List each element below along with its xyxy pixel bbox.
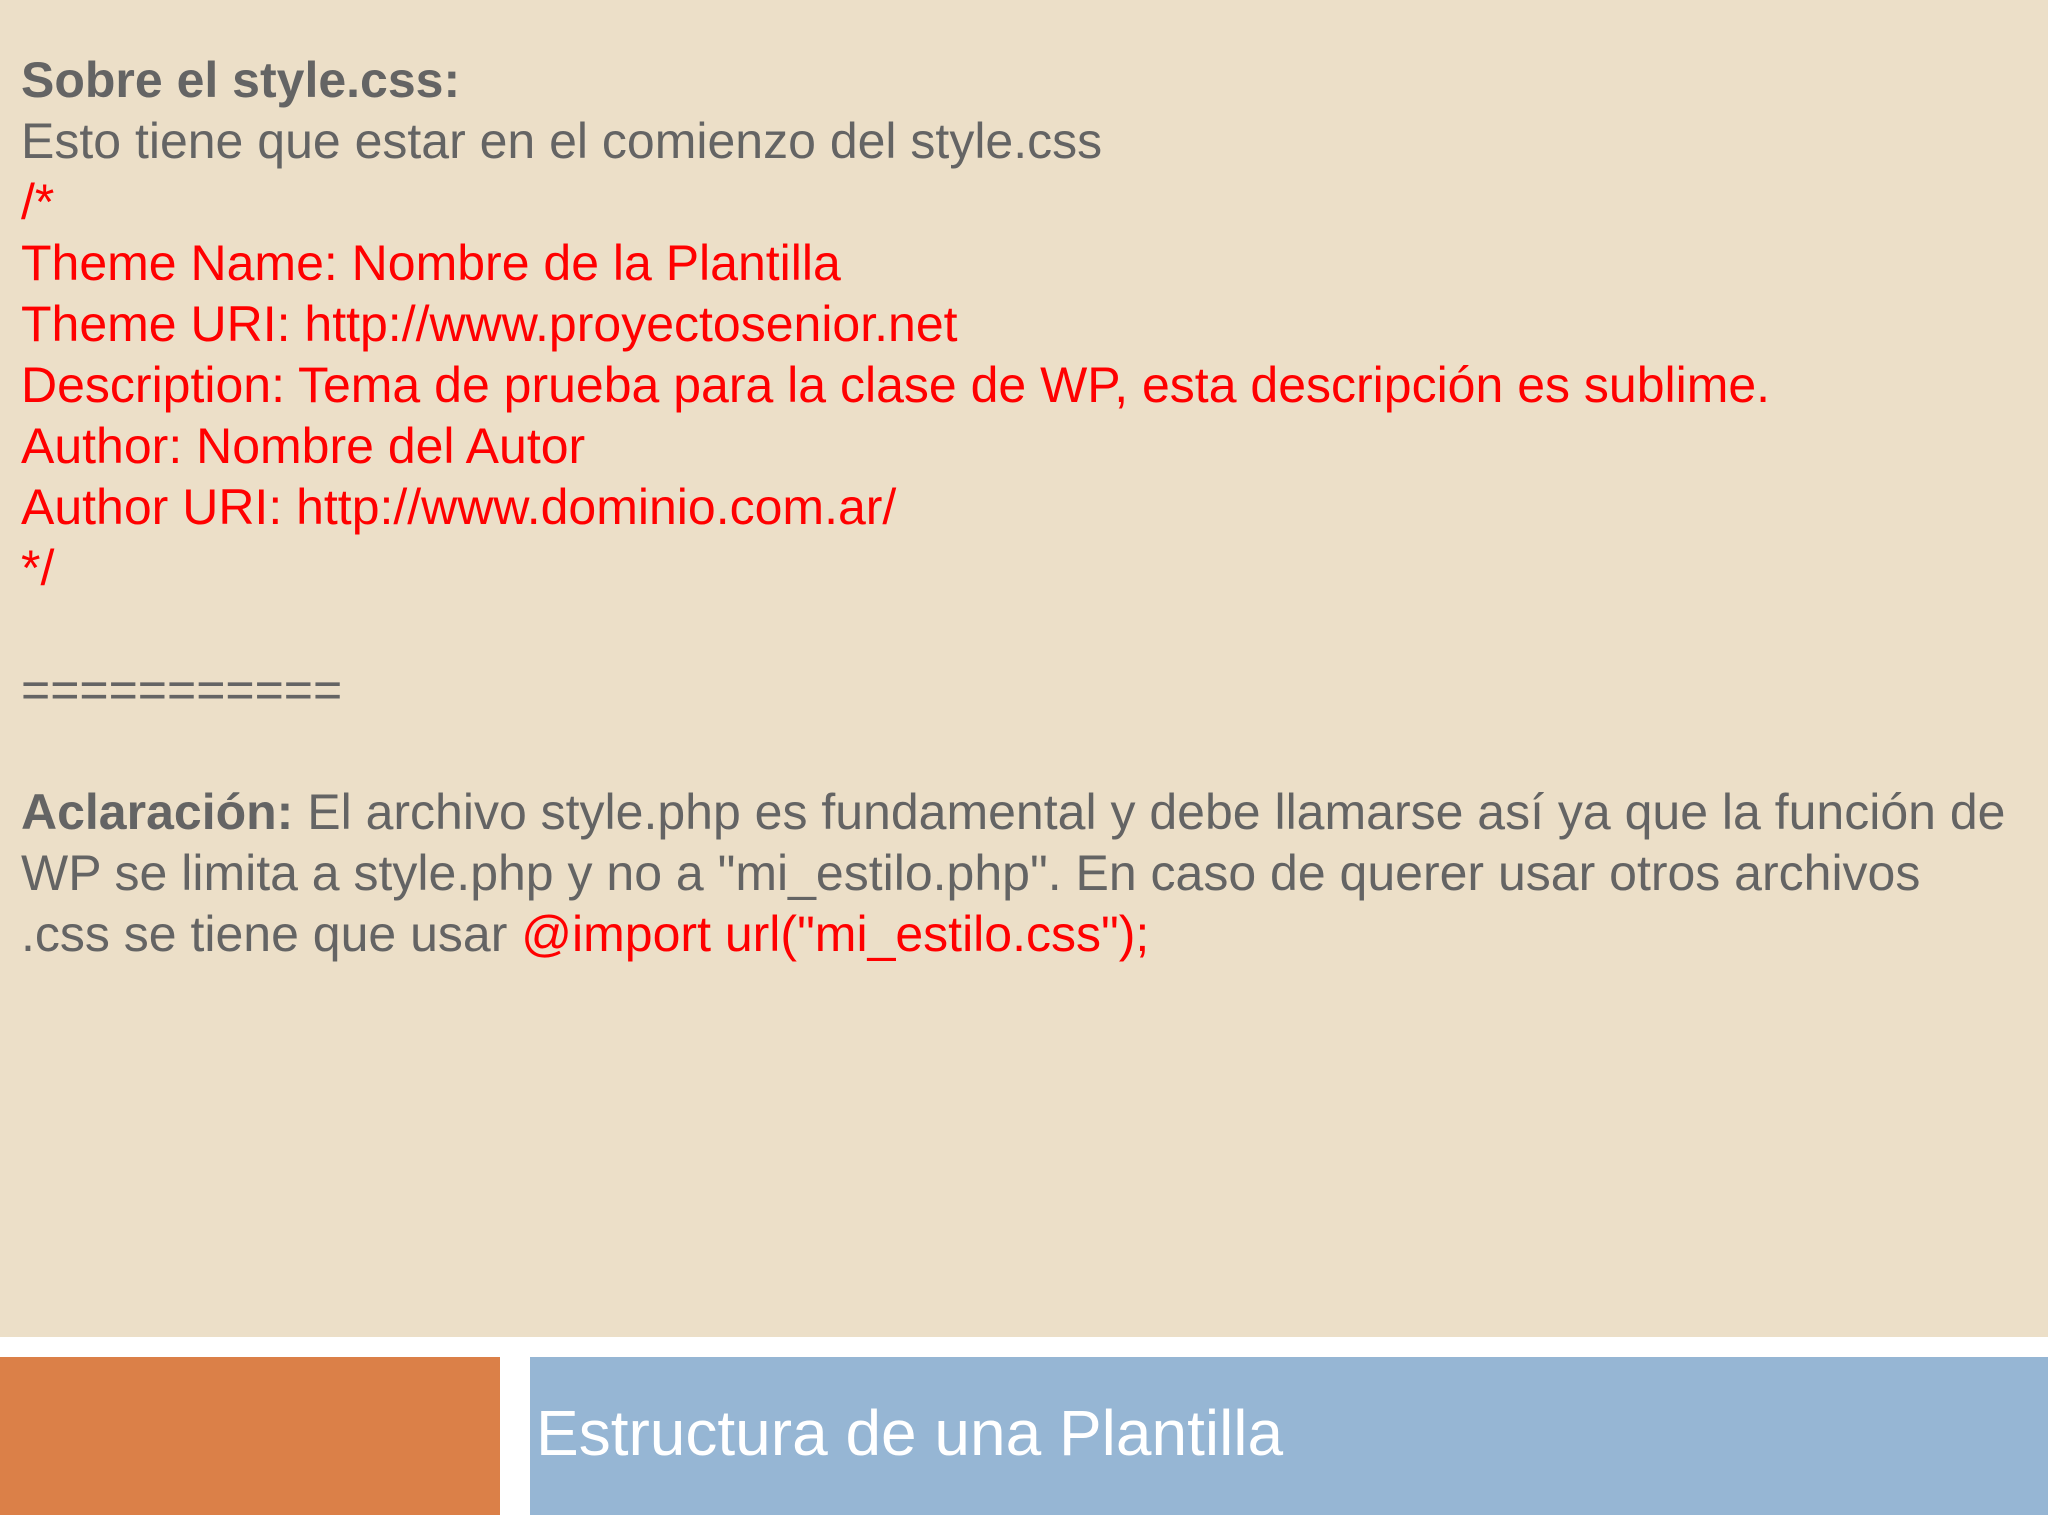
footer-title: Estructura de una Plantilla: [536, 1397, 1284, 1469]
code-line-close-comment: */: [21, 540, 55, 596]
note-label: Aclaración:: [21, 784, 294, 840]
note-code: @import url("mi_estilo.css");: [521, 906, 1150, 962]
intro-text: Esto tiene que estar en el comienzo del …: [21, 113, 1103, 169]
code-line-description: Description: Tema de prueba para la clas…: [21, 357, 1771, 413]
note-paragraph: Aclaración: El archivo style.php es fund…: [21, 782, 2011, 965]
code-line-open-comment: /*: [21, 174, 55, 230]
slide-body: Sobre el style.css: Esto tiene que estar…: [0, 0, 2048, 1337]
code-line-theme-uri: Theme URI: http://www.proyectosenior.net: [21, 296, 958, 352]
code-line-author: Author: Nombre del Autor: [21, 418, 586, 474]
separator: ===========: [21, 662, 343, 718]
slide-content: Sobre el style.css: Esto tiene que estar…: [21, 50, 2021, 965]
footer-orange-block: [0, 1357, 500, 1515]
slide-heading: Sobre el style.css:: [21, 52, 461, 108]
code-line-author-uri: Author URI: http://www.dominio.com.ar/: [21, 479, 897, 535]
code-line-theme-name: Theme Name: Nombre de la Plantilla: [21, 235, 841, 291]
